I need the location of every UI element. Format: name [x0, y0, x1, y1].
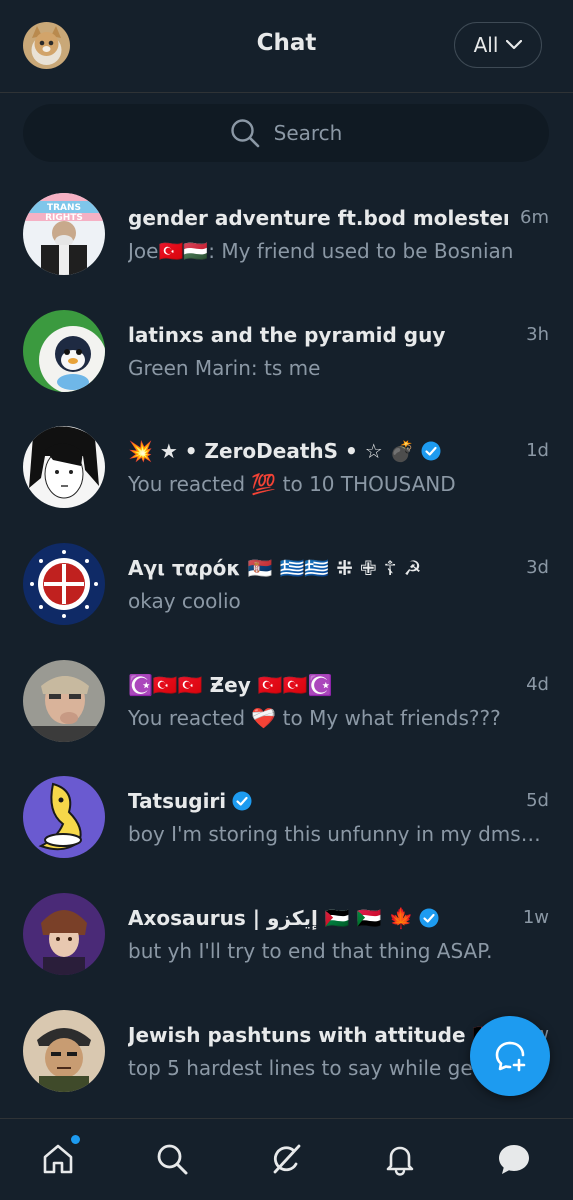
group-photo-avatar: TRANS RIGHTS	[23, 193, 105, 275]
chat-name-text: Axosaurus | إيكزو 🇵🇸 🇸🇩 🍁	[128, 906, 414, 931]
chat-row[interactable]: Tatsugiri 5d boy I'm storing this unfunn…	[0, 758, 573, 875]
verified-badge-icon	[419, 908, 439, 928]
chat-preview: boy I'm storing this unfunny in my dms u…	[128, 822, 542, 847]
chat-name: ☪️🇹🇷🇹🇷 Ƶey 🇹🇷🇹🇷☪️	[128, 672, 333, 697]
new-message-button[interactable]	[470, 1016, 550, 1096]
chat-name-text: Tatsugiri	[128, 789, 227, 814]
cartoon-soldier-avatar	[23, 1009, 105, 1092]
chat-preview: You reacted 💯 to 10 THOUSAND	[128, 472, 456, 497]
chat-time: 5d	[526, 790, 549, 812]
chat-time: 1w	[522, 907, 549, 929]
new-message-icon	[495, 1041, 526, 1072]
nav-home[interactable]	[38, 1135, 80, 1179]
chat-row[interactable]: 💥 ★ • ZeroDeathS • ☆ 💣 1d You reacted 💯 …	[0, 408, 573, 525]
chat-name: Αγι ταρόκ 🇷🇸 🇬🇷🇬🇷 ⁜ ✙ ☦ ☭	[128, 556, 422, 581]
anime-boy-avatar	[23, 426, 105, 509]
chat-time: 3d	[526, 557, 549, 579]
chat-time: 1d	[526, 440, 549, 462]
chat-time: 3h	[526, 323, 549, 345]
notification-dot	[71, 1135, 80, 1144]
person-photo-avatar	[23, 659, 105, 742]
search-placeholder: Search	[273, 121, 343, 145]
chat-name-text: 💥 ★ • ZeroDeathS • ☆ 💣	[128, 439, 415, 464]
chat-time: 6m	[520, 207, 549, 228]
tatsugiri-avatar	[23, 776, 105, 859]
notifications-icon	[386, 1146, 414, 1176]
nav-grok[interactable]	[266, 1139, 306, 1179]
chat-preview: but yh I'll try to end that thing ASAP.	[128, 939, 493, 964]
search-icon	[157, 1144, 188, 1175]
messages-icon	[499, 1145, 529, 1174]
grok-icon	[273, 1144, 301, 1174]
verified-badge-icon	[232, 791, 252, 811]
emblem-avatar	[23, 543, 105, 626]
anime-character-avatar	[23, 893, 105, 976]
home-icon	[43, 1144, 73, 1174]
verified-badge-icon	[421, 441, 441, 461]
chat-time: 4d	[526, 673, 549, 695]
chat-row[interactable]: ☪️🇹🇷🇹🇷 Ƶey 🇹🇷🇹🇷☪️ 4d You reacted ❤️‍🩹 to…	[0, 642, 573, 759]
nav-search[interactable]	[152, 1139, 192, 1179]
search-icon	[230, 119, 259, 148]
chat-row[interactable]: Αγι ταρόκ 🇷🇸 🇬🇷🇬🇷 ⁜ ✙ ☦ ☭ 3d okay coolio	[0, 525, 573, 642]
chat-row[interactable]: TRANS RIGHTS gender adventure ft.bod mol…	[0, 175, 573, 292]
chat-name: gender adventure ft.bod molester	[128, 206, 508, 230]
chat-row[interactable]: Axosaurus | إيكزو 🇵🇸 🇸🇩 🍁 1w but yh I'll…	[0, 875, 573, 992]
chat-preview: You reacted ❤️‍🩹 to My what friends???	[128, 705, 501, 730]
app-window: Chat All Search TRANS RIGHTS gender adve…	[0, 0, 573, 1200]
header: Chat All	[0, 0, 573, 93]
chat-name: Axosaurus | إيكزو 🇵🇸 🇸🇩 🍁	[128, 906, 439, 930]
bottom-nav	[0, 1118, 573, 1200]
chat-preview: Joe🇹🇷🇭🇺: My friend used to be Bosnian	[128, 239, 514, 263]
chat-list: TRANS RIGHTS gender adventure ft.bod mol…	[0, 175, 573, 1109]
search-input[interactable]: Search	[23, 104, 549, 162]
chat-preview: Green Marin: ts me	[128, 355, 321, 380]
filter-dropdown-button[interactable]: All	[454, 22, 542, 68]
chat-name: Jewish pashtuns with attitude 🇦🇫	[128, 1022, 498, 1047]
svg-text:TRANS: TRANS	[47, 203, 81, 213]
penguin-plush-avatar	[23, 309, 105, 392]
nav-notifications[interactable]	[380, 1139, 420, 1179]
chat-name: Tatsugiri	[128, 789, 252, 813]
chat-row[interactable]: latinxs and the pyramid guy 3h Green Mar…	[0, 292, 573, 409]
chat-preview: okay coolio	[128, 589, 241, 614]
chat-name: latinxs and the pyramid guy	[128, 322, 446, 347]
chevron-down-icon	[506, 40, 523, 50]
filter-label: All	[473, 33, 499, 57]
nav-messages[interactable]	[494, 1139, 534, 1179]
chat-name: 💥 ★ • ZeroDeathS • ☆ 💣	[128, 439, 441, 463]
